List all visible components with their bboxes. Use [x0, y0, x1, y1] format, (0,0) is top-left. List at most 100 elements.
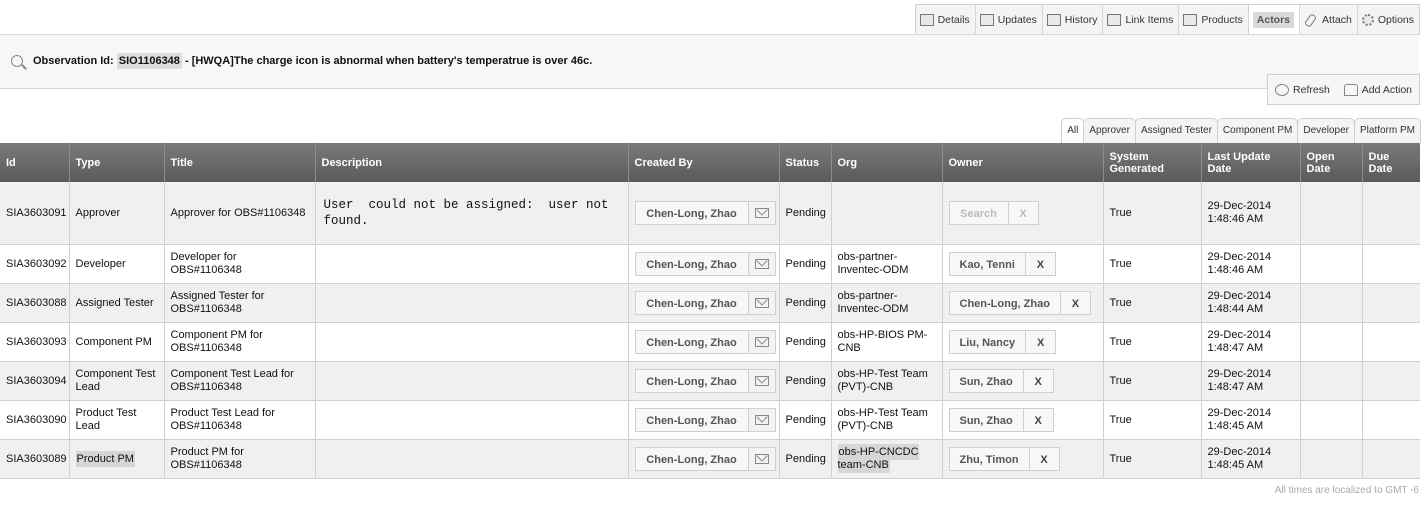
- role-tab-platform-pm[interactable]: Platform PM: [1353, 118, 1421, 143]
- link-items-icon: [1107, 14, 1122, 26]
- col-header-last-update-date[interactable]: Last Update Date: [1200, 143, 1300, 182]
- cell-status: Pending: [778, 244, 831, 284]
- cell-due-date: [1361, 361, 1420, 401]
- remove-owner-button[interactable]: X: [1029, 447, 1060, 471]
- owner-search-button[interactable]: Search: [948, 201, 1009, 225]
- creator-name-chip[interactable]: Chen-Long, Zhao: [634, 291, 749, 315]
- email-button[interactable]: [748, 252, 776, 276]
- tab-options[interactable]: Options: [1358, 5, 1419, 35]
- table-row: SIA3603092 Developer Developer for OBS#1…: [0, 244, 1420, 284]
- tab-updates[interactable]: Updates: [976, 5, 1043, 35]
- table-row: SIA3603090 Product Test Lead Product Tes…: [0, 400, 1420, 440]
- top-tab-bar: Details Updates History Link Items Produ…: [914, 4, 1420, 35]
- creator-name-chip[interactable]: Chen-Long, Zhao: [634, 447, 749, 471]
- owner-name-chip[interactable]: Kao, Tenni: [948, 252, 1026, 276]
- cell-system-generated: True: [1102, 322, 1201, 362]
- email-button[interactable]: [748, 201, 776, 225]
- updates-icon: [979, 14, 994, 26]
- remove-owner-button[interactable]: X: [1026, 330, 1057, 354]
- cell-due-date: [1361, 244, 1420, 284]
- creator-name-chip[interactable]: Chen-Long, Zhao: [634, 201, 749, 225]
- email-button[interactable]: [748, 369, 776, 393]
- col-header-due-date[interactable]: Due Date: [1361, 143, 1420, 182]
- tab-link-items[interactable]: Link Items: [1103, 5, 1180, 35]
- tab-products[interactable]: Products: [1179, 5, 1249, 35]
- search-icon: [11, 55, 23, 67]
- refresh-button[interactable]: Refresh: [1268, 75, 1337, 104]
- creator-name-chip[interactable]: Chen-Long, Zhao: [634, 330, 749, 354]
- tab-attach[interactable]: Attach: [1300, 5, 1358, 35]
- cell-id: SIA3603090: [0, 400, 69, 440]
- timezone-note: All times are localized to GMT -6: [1274, 485, 1419, 496]
- email-button[interactable]: [748, 447, 776, 471]
- envelope-icon: [754, 259, 769, 269]
- owner-name-chip[interactable]: Sun, Zhao: [948, 369, 1024, 393]
- cell-system-generated: True: [1102, 400, 1201, 440]
- role-tab-component-pm[interactable]: Component PM: [1216, 118, 1299, 143]
- remove-owner-button[interactable]: X: [1060, 291, 1091, 315]
- cell-open-date: [1299, 322, 1362, 362]
- cell-description: [314, 361, 628, 401]
- email-button[interactable]: [748, 408, 776, 432]
- cell-last-update: 29-Dec-2014 1:48:47 AM: [1200, 322, 1300, 362]
- table-row: SIA3603091 Approver Approver for OBS#110…: [0, 182, 1420, 245]
- remove-owner-button[interactable]: X: [1008, 201, 1039, 225]
- creator-name-chip[interactable]: Chen-Long, Zhao: [634, 252, 749, 276]
- cell-description: [314, 283, 628, 323]
- cell-id: SIA3603094: [0, 361, 69, 401]
- cell-created-by: Chen-Long, Zhao: [627, 322, 779, 362]
- envelope-icon: [754, 337, 769, 347]
- creator-name-chip[interactable]: Chen-Long, Zhao: [634, 369, 749, 393]
- actors-table: Id Type Title Description Created By Sta…: [0, 143, 1420, 479]
- cell-title: Assigned Tester for OBS#1106348: [163, 283, 315, 323]
- history-icon: [1046, 14, 1061, 26]
- owner-name-chip[interactable]: Zhu, Timon: [948, 447, 1030, 471]
- cell-id: SIA3603089: [0, 439, 69, 479]
- cell-type: Approver: [68, 182, 164, 245]
- tab-history[interactable]: History: [1043, 5, 1104, 35]
- col-header-created-by[interactable]: Created By: [627, 143, 779, 182]
- role-tab-assigned-tester[interactable]: Assigned Tester: [1134, 118, 1218, 143]
- cell-org: obs-HP-CNCDC team-CNB: [830, 439, 942, 479]
- cell-status: Pending: [778, 400, 831, 440]
- table-row: SIA3603093 Component PM Component PM for…: [0, 322, 1420, 362]
- col-header-system-generated[interactable]: System Generated: [1102, 143, 1201, 182]
- role-tab-approver[interactable]: Approver: [1083, 118, 1136, 143]
- add-action-button[interactable]: Add Action: [1337, 75, 1419, 104]
- col-header-status[interactable]: Status: [778, 143, 831, 182]
- owner-name-chip[interactable]: Sun, Zhao: [948, 408, 1024, 432]
- col-header-owner[interactable]: Owner: [941, 143, 1103, 182]
- tab-actors[interactable]: Actors: [1248, 5, 1301, 35]
- cell-type: Developer: [68, 244, 164, 284]
- cell-description: User could not be assigned: user not fou…: [314, 182, 628, 245]
- cell-open-date: [1299, 182, 1362, 245]
- col-header-title[interactable]: Title: [163, 143, 315, 182]
- cell-open-date: [1299, 361, 1362, 401]
- cell-open-date: [1299, 439, 1362, 479]
- role-tab-developer[interactable]: Developer: [1297, 118, 1355, 143]
- col-header-description[interactable]: Description: [314, 143, 628, 182]
- products-icon: [1183, 14, 1198, 26]
- owner-name-chip[interactable]: Chen-Long, Zhao: [948, 291, 1061, 315]
- cell-system-generated: True: [1102, 361, 1201, 401]
- envelope-icon: [754, 376, 769, 386]
- creator-name-chip[interactable]: Chen-Long, Zhao: [634, 408, 749, 432]
- email-button[interactable]: [748, 291, 776, 315]
- cell-org: obs-HP-Test Team (PVT)-CNB: [830, 361, 942, 401]
- col-header-type[interactable]: Type: [68, 143, 164, 182]
- role-tab-all[interactable]: All: [1061, 118, 1085, 143]
- owner-name-chip[interactable]: Liu, Nancy: [948, 330, 1027, 354]
- remove-owner-button[interactable]: X: [1023, 408, 1054, 432]
- cell-type: Component PM: [68, 322, 164, 362]
- remove-owner-button[interactable]: X: [1025, 252, 1056, 276]
- col-header-org[interactable]: Org: [830, 143, 942, 182]
- cell-open-date: [1299, 283, 1362, 323]
- cell-due-date: [1361, 283, 1420, 323]
- observation-title: Observation Id: SIO1106348 - [HWQA]The c…: [33, 53, 593, 69]
- cell-title: Component PM for OBS#1106348: [163, 322, 315, 362]
- tab-details[interactable]: Details: [916, 5, 976, 35]
- col-header-id[interactable]: Id: [0, 143, 69, 182]
- col-header-open-date[interactable]: Open Date: [1299, 143, 1362, 182]
- remove-owner-button[interactable]: X: [1023, 369, 1054, 393]
- email-button[interactable]: [748, 330, 776, 354]
